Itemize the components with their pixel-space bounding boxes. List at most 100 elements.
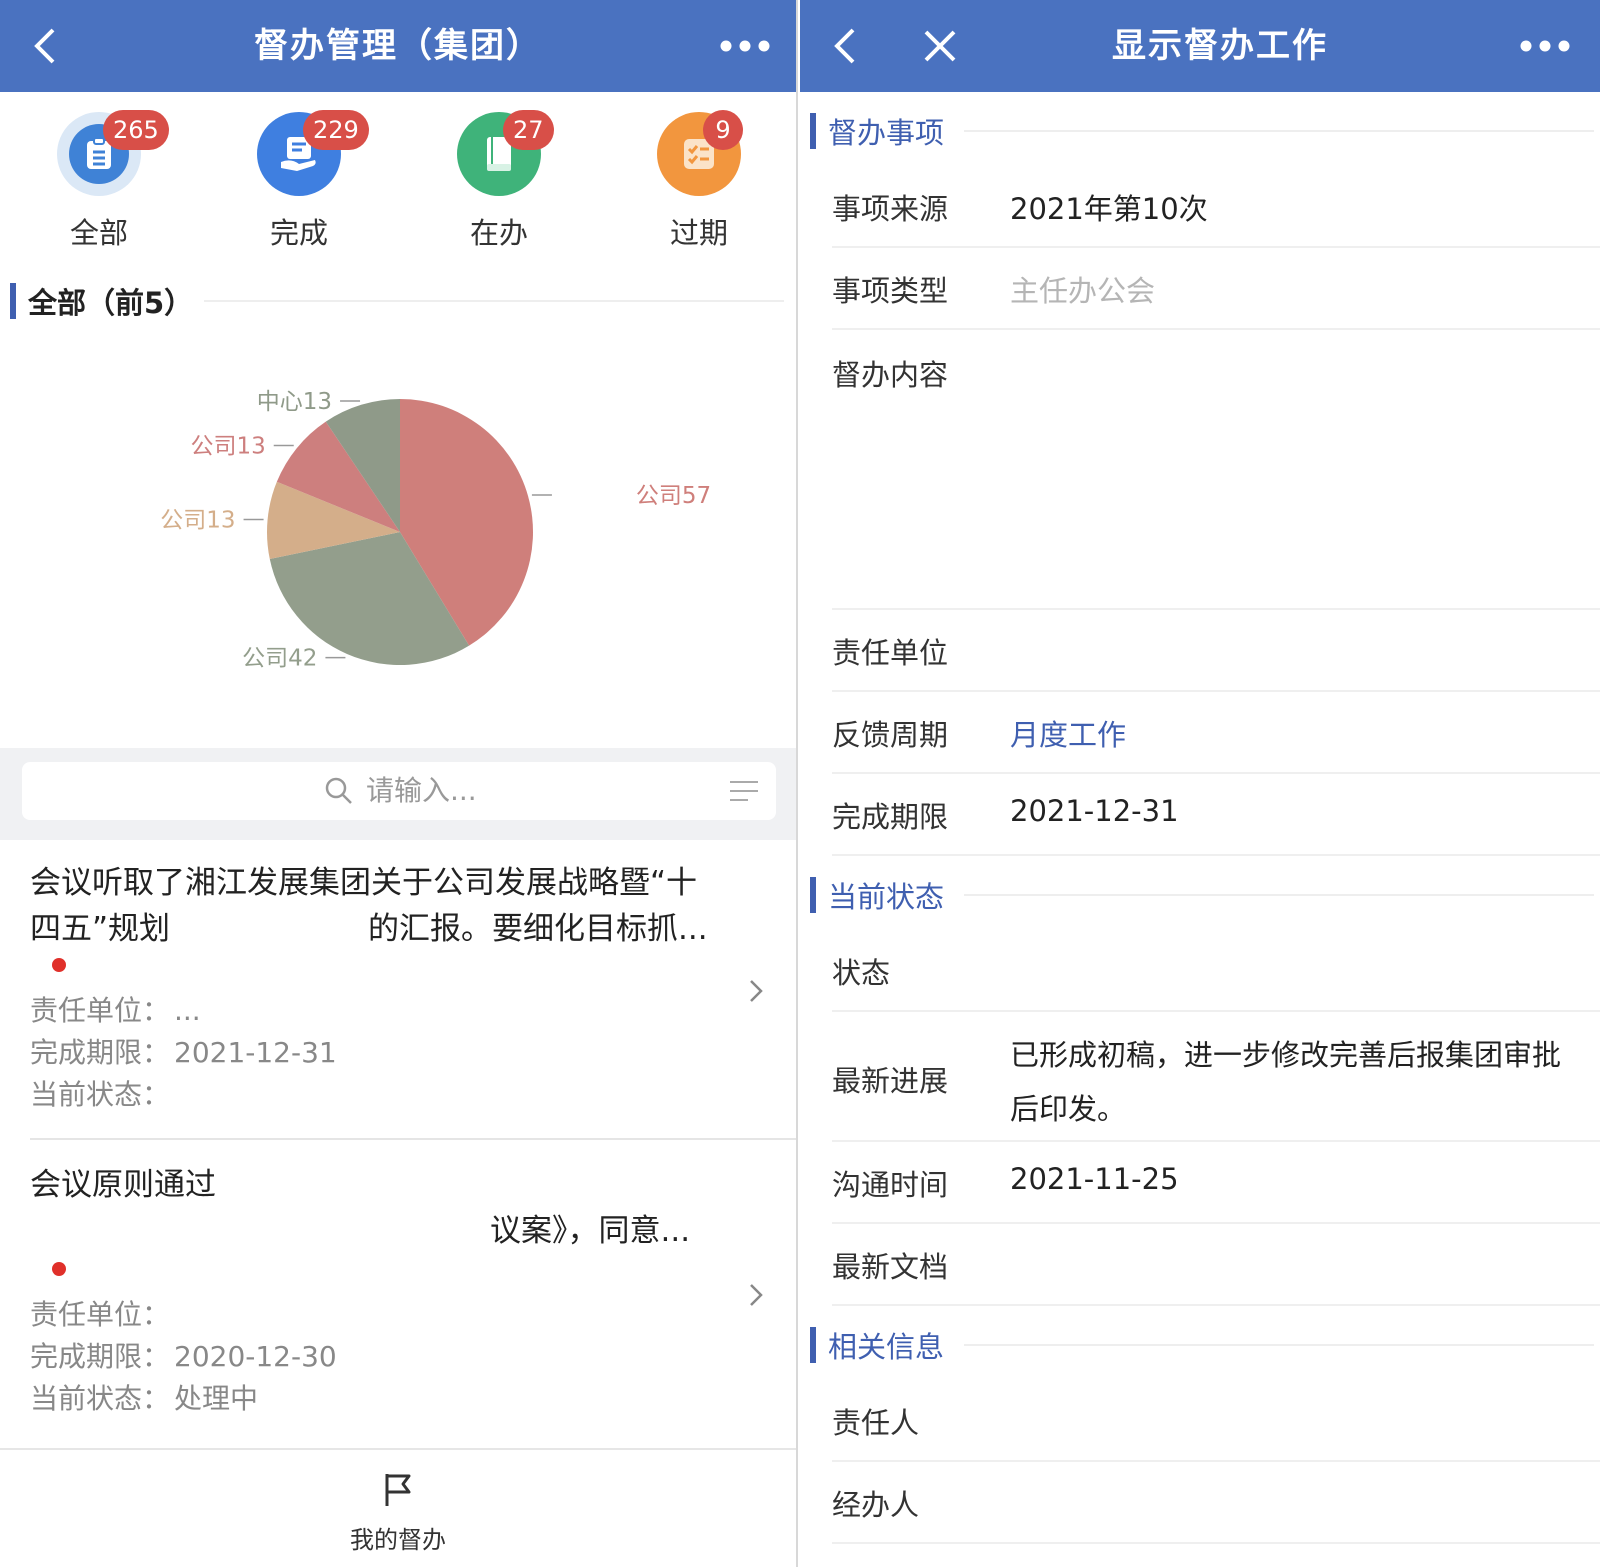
- chart-section-header: 全部（前5）: [10, 280, 796, 322]
- chevron-right-icon: [750, 980, 763, 1002]
- field-row-deadline: 完成期限 2021-12-31: [832, 774, 1600, 856]
- back-button[interactable]: [14, 0, 74, 92]
- stat-all[interactable]: 265 全部: [34, 108, 169, 252]
- search-icon: [325, 777, 352, 804]
- more-options-button[interactable]: [1500, 0, 1590, 92]
- stat-all-badge: 265: [103, 110, 169, 150]
- field-row-unit: 责任单位: [832, 610, 1600, 692]
- more-dots-icon: [720, 40, 770, 52]
- item-deadline-value: 2021-12-31: [174, 1036, 337, 1069]
- field-row-owner: 责任人: [832, 1380, 1600, 1462]
- field-label: 最新进展: [832, 1064, 949, 1098]
- stat-in-progress[interactable]: 27 在办: [434, 108, 564, 252]
- stat-overdue-label: 过期: [669, 216, 728, 250]
- stat-in-progress-badge: 27: [503, 110, 554, 150]
- supervision-list-screen: 督办管理（集团） 265 全部 229 完成 27 在办 9 过期 全部（前5）…: [0, 0, 798, 1567]
- chart-section-title: 全部（前5）: [28, 286, 194, 320]
- field-label: 沟通时间: [832, 1168, 949, 1202]
- pie-slice-label: 公司57: [636, 483, 711, 509]
- item-unit-label: 责任单位：: [30, 1298, 171, 1331]
- more-options-button[interactable]: [700, 0, 790, 92]
- chevron-left-icon: [34, 28, 55, 64]
- chevron-right-icon: [750, 1284, 763, 1306]
- field-value-line1: 已形成初稿，进一步修改完善后报集团审批: [1010, 1038, 1562, 1072]
- pie-slice-label: 中心13: [257, 389, 332, 415]
- field-row-handler: 经办人: [832, 1462, 1600, 1544]
- stat-all-icon-circle: 265: [57, 110, 169, 196]
- field-value: 2021-12-31: [1010, 794, 1179, 828]
- field-row-communication: 沟通时间 2021-11-25: [832, 1142, 1600, 1224]
- filter-lines-icon[interactable]: [728, 779, 760, 803]
- field-value: 月度工作: [1010, 718, 1127, 752]
- item-deadline-label: 完成期限：: [30, 1036, 171, 1069]
- section-accent-bar: [10, 283, 16, 319]
- field-row-state: 状态: [832, 930, 1600, 1012]
- more-dots-icon: [1520, 40, 1570, 52]
- stat-completed-icon-circle: 229: [257, 110, 369, 196]
- field-row-progress: 最新进展 已形成初稿，进一步修改完善后报集团审批 后印发。: [832, 1012, 1600, 1142]
- stat-overdue[interactable]: 9 过期: [634, 108, 764, 252]
- field-label: 事项来源: [832, 192, 949, 226]
- section-divider: [204, 300, 784, 302]
- item-title-line2-end: 议案》，同意...: [490, 1213, 691, 1249]
- item-status-label: 当前状态：: [30, 1078, 171, 1111]
- item-divider: [30, 1138, 796, 1140]
- section-accent-bar: [810, 113, 816, 149]
- back-button[interactable]: [814, 0, 874, 92]
- item-title-line1: 会议听取了湘江发展集团关于公司发展战略暨“十: [30, 865, 698, 901]
- chevron-left-icon: [834, 28, 855, 64]
- field-label: 督办内容: [832, 358, 949, 392]
- item-title-line2-end: 的汇报。要细化目标抓...: [368, 911, 708, 947]
- top-nav-bar: 显示督办工作: [800, 0, 1600, 92]
- stat-completed-label: 完成: [269, 216, 328, 250]
- field-value-line2: 后印发。: [1010, 1092, 1127, 1126]
- item-deadline-value: 2020-12-30: [174, 1340, 337, 1373]
- list-item[interactable]: 会议听取了湘江发展集团关于公司发展战略暨“十 四五”规划 的汇报。要细化目标抓.…: [0, 840, 796, 1140]
- tab-my-supervision[interactable]: 我的督办: [298, 1462, 498, 1562]
- pie-chart: 公司57 公司42 公司13 公司13 中心13: [160, 389, 711, 672]
- section-title: 相关信息: [828, 1330, 945, 1364]
- field-row-type: 事项类型 主任办公会: [832, 248, 1600, 330]
- section-header-item: 督办事项: [810, 110, 1600, 152]
- flag-icon: [385, 1474, 411, 1506]
- stat-completed-badge: 229: [303, 110, 369, 150]
- search-input[interactable]: 请输入...: [22, 762, 776, 820]
- field-label: 事项类型: [832, 274, 949, 308]
- bottom-tab-bar: 我的督办: [0, 1448, 796, 1567]
- item-unit-value: ...: [174, 994, 201, 1027]
- field-row-content: 督办内容: [832, 330, 1600, 610]
- section-divider: [964, 1344, 1594, 1346]
- section-divider: [964, 130, 1594, 132]
- item-title-line1: 会议原则通过: [30, 1167, 216, 1203]
- item-unit-label: 责任单位：: [30, 994, 171, 1027]
- pie-slice-label: 公司42: [242, 646, 317, 672]
- field-row-cycle: 反馈周期 月度工作: [832, 692, 1600, 774]
- top-nav-bar: 督办管理（集团）: [0, 0, 796, 92]
- section-accent-bar: [810, 1327, 816, 1363]
- field-label: 责任人: [832, 1406, 920, 1440]
- list-item[interactable]: 会议原则通过 议案》，同意... 责任单位： 完成期限： 2020-12-30 …: [0, 1142, 796, 1442]
- field-label: 反馈周期: [832, 718, 949, 752]
- supervision-detail-screen: 显示督办工作 督办事项 事项来源 2021年第10次 事项类型 主任办公会 督办…: [800, 0, 1600, 1567]
- item-status-label: 当前状态：: [30, 1382, 171, 1415]
- item-deadline-label: 完成期限：: [30, 1340, 171, 1373]
- close-button[interactable]: [900, 0, 980, 92]
- search-area: 请输入...: [0, 748, 796, 840]
- stat-overdue-icon-circle: 9: [657, 110, 743, 196]
- tab-label: 我的督办: [350, 1526, 446, 1554]
- field-label: 责任单位: [832, 636, 949, 670]
- item-status-value: 处理中: [174, 1382, 259, 1415]
- stat-all-label: 全部: [69, 216, 128, 250]
- pie-slice-label: 公司13: [160, 508, 235, 534]
- field-row-source: 事项来源 2021年第10次: [832, 166, 1600, 248]
- section-header-status: 当前状态: [810, 874, 1600, 916]
- stat-in-progress-icon-circle: 27: [457, 110, 554, 196]
- field-value: 2021年第10次: [1010, 192, 1208, 226]
- stat-in-progress-label: 在办: [469, 216, 528, 250]
- field-row-document[interactable]: 最新文档: [832, 1224, 1600, 1306]
- field-label: 状态: [832, 956, 891, 990]
- stat-completed[interactable]: 229 完成: [234, 108, 369, 252]
- field-label: 最新文档: [832, 1250, 949, 1284]
- unread-dot: [52, 1262, 66, 1276]
- pie-slice-label: 公司13: [190, 434, 265, 460]
